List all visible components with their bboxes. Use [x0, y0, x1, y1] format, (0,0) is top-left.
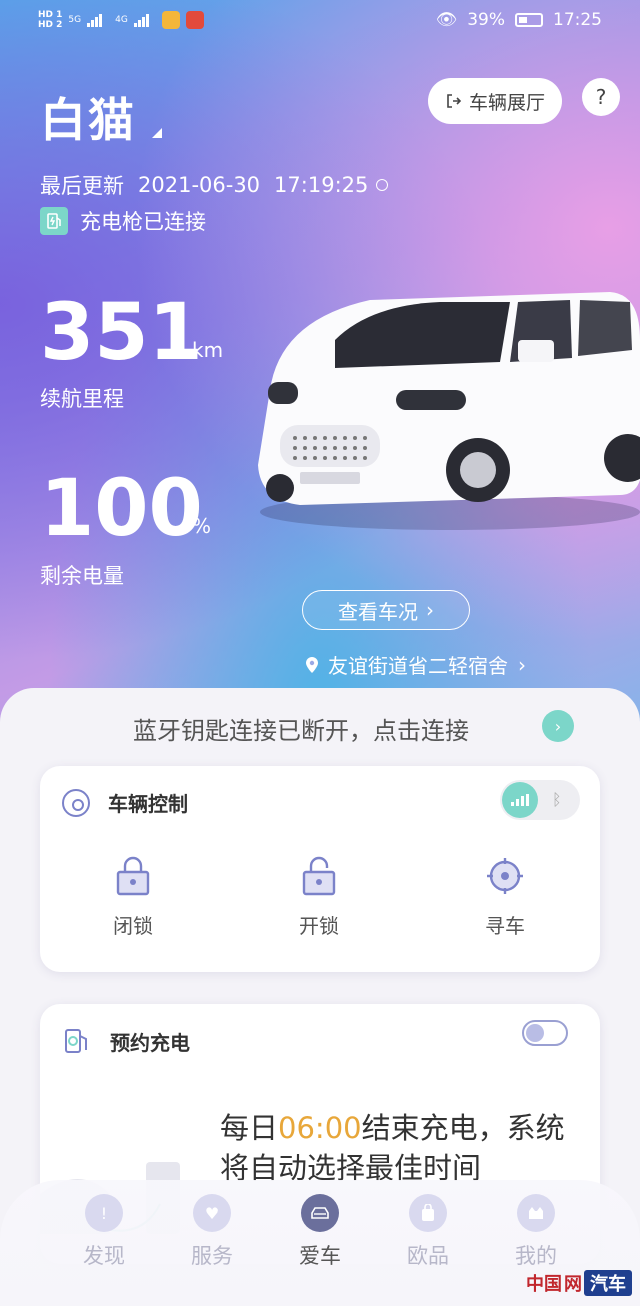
status-bar: HD 1 HD 2 5G 4G 👁 39% 17:25	[0, 0, 640, 40]
nav-service-label: 服务	[191, 1244, 233, 1268]
scheduled-charge-toggle[interactable]	[522, 1020, 568, 1046]
hd2-label: HD 2	[38, 20, 63, 30]
discover-icon: !	[85, 1194, 123, 1232]
lock-label: 闭锁	[113, 914, 153, 938]
scheduled-charge-text: 每日06:00结束充电，系统将自动选择最佳时间	[220, 1108, 580, 1188]
view-status-label: 查看车况	[338, 599, 418, 624]
vehicle-control-card: 车辆控制 ᛒ 闭锁 开锁 寻车	[40, 766, 600, 972]
signal-icon	[87, 13, 109, 27]
view-status-button[interactable]: 查看车况 ›	[302, 590, 470, 630]
vehicle-control-header: 车辆控制	[62, 788, 188, 817]
battery-value: 100	[40, 464, 203, 554]
watermark-part1: 中国	[526, 1274, 562, 1295]
exit-icon	[447, 94, 462, 108]
charging-plug-icon	[40, 207, 68, 235]
chevron-right-icon: ›	[518, 652, 526, 677]
hd-indicator: HD 1 HD 2	[38, 10, 62, 30]
nav-shop[interactable]: 欧品	[383, 1194, 473, 1306]
lock-button[interactable]: 闭锁	[40, 856, 226, 939]
last-update-prefix: 最后更新	[40, 174, 124, 198]
nav-service[interactable]: ♥ 服务	[167, 1194, 257, 1306]
unlock-icon	[302, 856, 336, 896]
battery-unit: %	[192, 514, 212, 538]
nav-discover-label: 发现	[83, 1244, 125, 1268]
last-update-time: 17:19:25	[274, 173, 369, 197]
battery-percent: 39%	[467, 10, 505, 30]
4g-label: 4G	[115, 15, 128, 25]
watermark-part2: 网	[564, 1274, 582, 1295]
car-name[interactable]: 白猫	[40, 84, 136, 150]
clock: 17:25	[553, 10, 602, 30]
shop-icon	[409, 1194, 447, 1232]
scheduled-charge-header: 预约充电	[62, 1026, 190, 1056]
locate-car-button[interactable]: 寻车	[412, 856, 598, 939]
network-signal-icon	[502, 782, 538, 818]
vehicle-control-actions: 闭锁 开锁 寻车	[40, 856, 600, 939]
unlock-button[interactable]: 开锁	[226, 856, 412, 939]
heart-icon: ♥	[193, 1194, 231, 1232]
steering-icon	[62, 788, 90, 817]
status-left: HD 1 HD 2 5G 4G	[38, 10, 204, 30]
bluetooth-connect-arrow-icon[interactable]: ›	[542, 710, 574, 742]
locate-car-label: 寻车	[485, 914, 525, 938]
watermark-part3: 汽车	[584, 1270, 632, 1296]
refresh-icon[interactable]	[376, 179, 389, 191]
showroom-label: 车辆展厅	[468, 91, 545, 114]
nav-my-car[interactable]: 爱车	[275, 1194, 365, 1306]
unlock-label: 开锁	[299, 914, 339, 938]
hd1-label: HD 1	[38, 10, 63, 20]
nav-shop-label: 欧品	[407, 1244, 449, 1268]
news-app-icon	[185, 11, 204, 29]
location-link[interactable]: 友谊街道省二轻宿舍 ›	[306, 650, 526, 679]
battery-icon	[515, 13, 543, 27]
scheduled-charge-title: 预约充电	[110, 1030, 190, 1055]
range-value: 351	[40, 288, 203, 378]
charge-text-prefix: 每日	[220, 1111, 279, 1145]
range-unit: km	[192, 338, 224, 362]
nav-my-car-label: 爱车	[299, 1244, 341, 1268]
signal-icon-2	[133, 13, 156, 27]
eye-icon: 👁	[435, 10, 458, 30]
locate-car-icon	[487, 858, 523, 894]
location-text: 友谊街道省二轻宿舍	[328, 654, 508, 678]
bluetooth-icon: ᛒ	[552, 790, 562, 809]
5g-label: 5G	[68, 15, 82, 25]
profile-icon	[517, 1194, 555, 1232]
lock-icon	[116, 856, 150, 896]
charge-end-time[interactable]: 06:00	[278, 1111, 362, 1145]
help-button[interactable]: ?	[582, 78, 620, 116]
connection-mode-toggle[interactable]: ᛒ	[500, 780, 580, 820]
car-icon	[301, 1194, 339, 1232]
location-pin-icon	[306, 656, 318, 673]
range-label: 续航里程	[40, 387, 124, 411]
charge-status-text: 充电枪已连接	[80, 210, 206, 234]
battery-label: 剩余电量	[40, 564, 124, 588]
vehicle-control-title: 车辆控制	[108, 792, 188, 816]
charge-status: 充电枪已连接	[40, 206, 206, 236]
nav-profile-label: 我的	[515, 1244, 557, 1268]
mail-app-icon	[161, 11, 180, 29]
bluetooth-banner-text: 蓝牙钥匙连接已断开，点击连接	[133, 716, 469, 745]
showroom-button[interactable]: 车辆展厅	[428, 78, 562, 124]
last-update-date: 2021-06-30	[138, 173, 261, 197]
car-image[interactable]	[240, 280, 640, 540]
watermark: 中国 网 汽车	[526, 1270, 632, 1296]
charger-icon	[65, 1029, 87, 1053]
last-update: 最后更新 2021-06-30 17:19:25	[40, 170, 389, 200]
nav-discover[interactable]: ! 发现	[59, 1194, 149, 1306]
status-right: 👁 39% 17:25	[436, 10, 602, 30]
chevron-right-icon: ›	[426, 598, 434, 622]
car-switch-icon[interactable]	[152, 128, 162, 138]
